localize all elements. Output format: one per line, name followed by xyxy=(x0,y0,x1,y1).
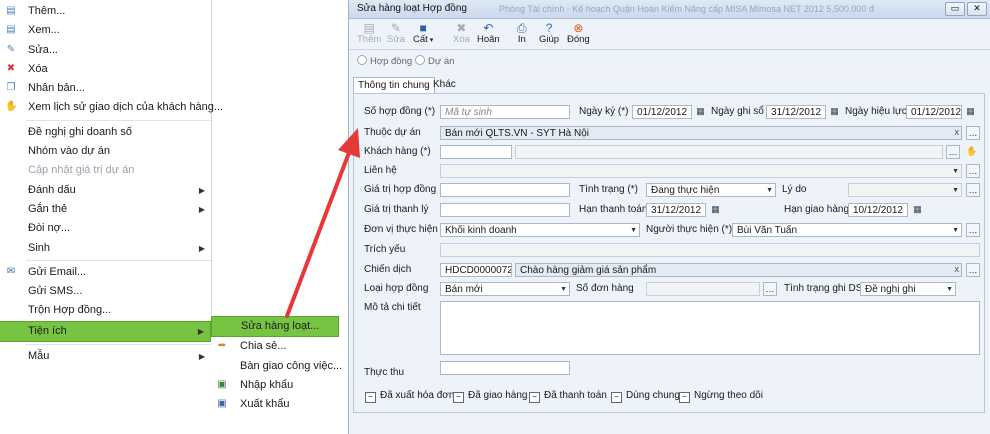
arrow-head xyxy=(338,128,360,158)
arrow-shaft xyxy=(285,148,352,318)
annotation-arrow xyxy=(285,128,360,318)
